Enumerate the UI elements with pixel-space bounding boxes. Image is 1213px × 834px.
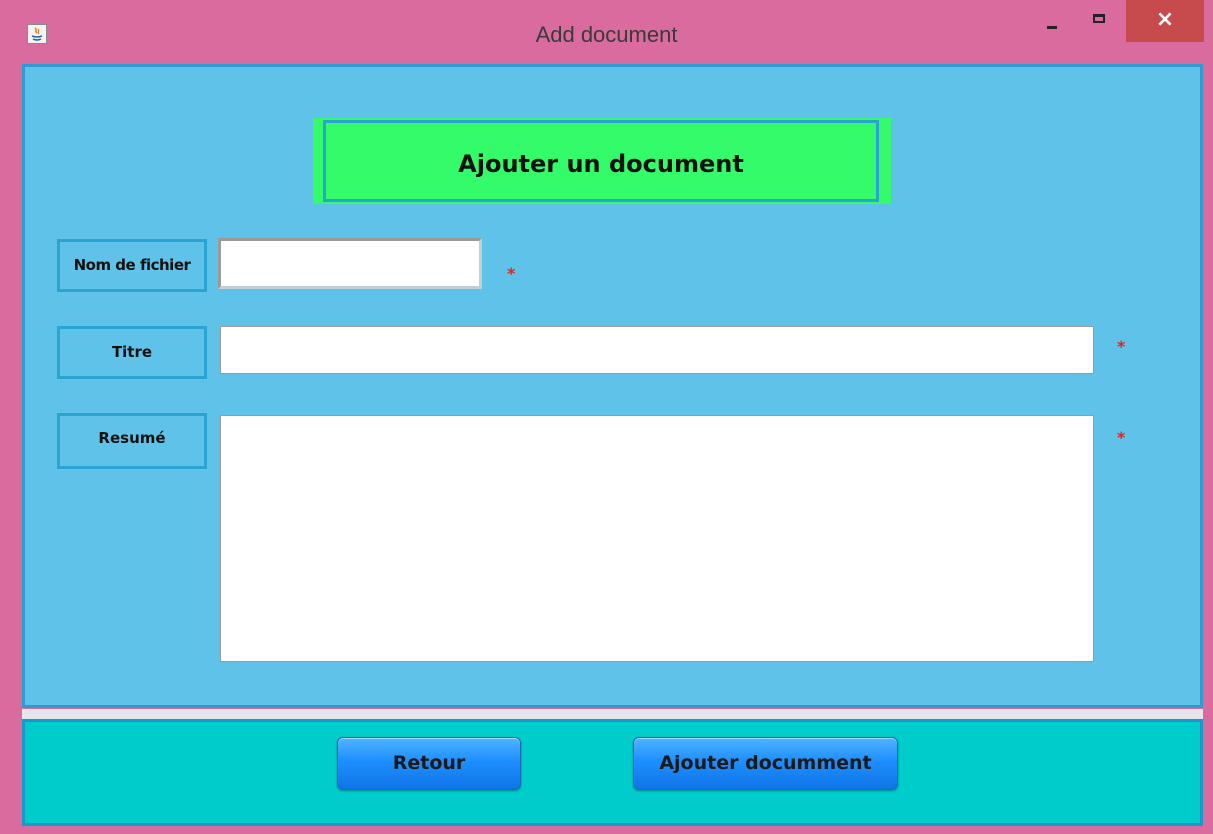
nom-fichier-label: Nom de fichier: [57, 239, 207, 292]
resume-required-mark: *: [1117, 428, 1126, 447]
add-document-window: Add document × Ajouter un document Nom d…: [0, 0, 1213, 834]
titre-required-mark: *: [1117, 337, 1126, 356]
title-bar[interactable]: Add document ×: [0, 0, 1213, 64]
titre-input[interactable]: [220, 326, 1094, 374]
nom-required-mark: *: [507, 264, 516, 283]
minimize-button[interactable]: [1032, 0, 1072, 44]
resume-textarea[interactable]: [220, 415, 1094, 662]
panel-divider: [22, 709, 1203, 719]
header-banner: Ajouter un document: [313, 118, 891, 204]
button-panel: Retour Ajouter documment: [22, 719, 1203, 826]
close-icon: ×: [1155, 7, 1175, 32]
retour-button[interactable]: Retour: [337, 737, 521, 790]
maximize-button[interactable]: [1076, 0, 1120, 44]
minimize-icon: [1047, 26, 1057, 29]
ajouter-document-button[interactable]: Ajouter documment: [633, 737, 898, 790]
resume-label: Resumé: [57, 413, 207, 469]
nom-fichier-input[interactable]: [218, 238, 482, 289]
maximize-icon: [1093, 14, 1105, 23]
form-panel: Ajouter un document Nom de fichier * Tit…: [22, 64, 1203, 708]
page-title: Ajouter un document: [458, 150, 744, 178]
header-frame: Ajouter un document: [323, 120, 879, 202]
close-button[interactable]: ×: [1126, 0, 1204, 42]
titre-label: Titre: [57, 326, 207, 379]
